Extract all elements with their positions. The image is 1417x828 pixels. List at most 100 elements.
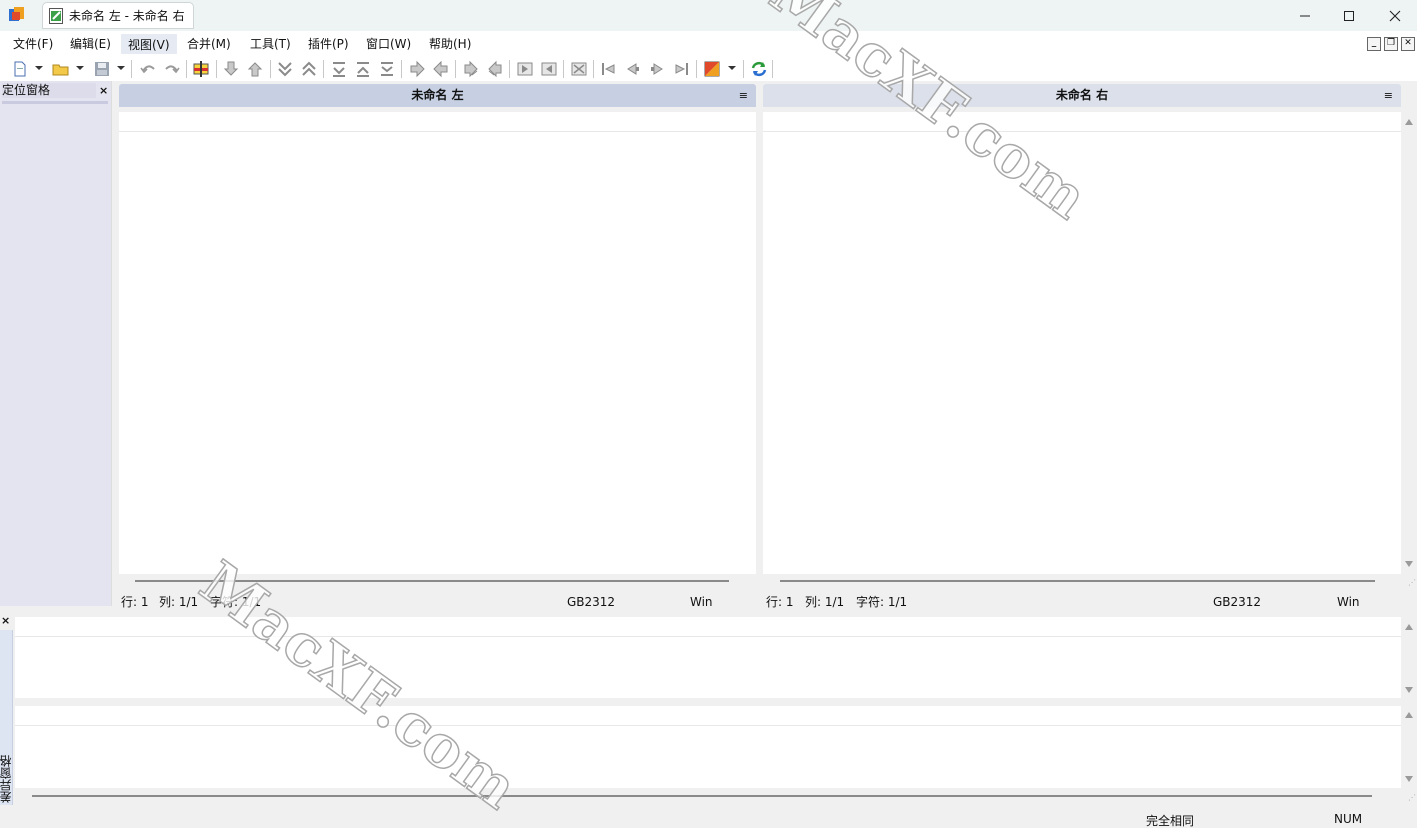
scroll-up-arrow[interactable] [1405,119,1413,125]
go-next-icon[interactable] [648,59,668,79]
right-pane-header[interactable]: 未命名 右 ≡ [763,84,1401,107]
redo-icon[interactable] [162,59,182,79]
copy-all-left-icon[interactable] [539,59,559,79]
right-status-eol: Win [1337,595,1360,609]
right-pane-title: 未命名 右 [1055,88,1109,102]
copy-right-icon[interactable] [407,59,427,79]
first-diff-icon[interactable] [275,59,295,79]
minimize-icon [1300,15,1310,16]
minimize-button[interactable] [1282,0,1328,31]
toolbar-separator [696,60,697,78]
right-horizontal-scrollbar[interactable] [763,574,1401,590]
right-pane-menu-icon[interactable]: ≡ [1384,84,1393,107]
last-diff-icon[interactable] [299,59,319,79]
go-first-icon[interactable] [598,59,618,79]
copy-left-icon[interactable] [431,59,451,79]
toolbar-separator [772,60,773,78]
undo-icon[interactable] [138,59,158,79]
diff-pane-close-button[interactable]: × [1,614,10,627]
document-tab[interactable]: 未命名 左 - 未命名 右 [42,2,194,29]
right-status-line: 行: 1 [766,595,794,609]
next-conflict-icon[interactable] [329,59,349,79]
copy-right-advance-icon[interactable] [461,59,481,79]
toolbar-separator [186,60,187,78]
left-pane-header[interactable]: 未命名 左 ≡ [119,84,756,107]
mdi-restore-button[interactable]: ❐ [1384,37,1398,51]
color-scheme-icon[interactable] [702,59,722,79]
scroll-down-arrow[interactable] [1405,561,1413,567]
compare-document-icon [49,7,63,24]
go-prev-icon[interactable] [622,59,642,79]
left-status-encoding: GB2312 [567,595,616,609]
close-icon [1389,10,1401,21]
right-status-encoding: GB2312 [1213,595,1262,609]
location-bar-strip [2,101,108,104]
title-bar: 未命名 左 - 未命名 右 [0,0,1417,31]
diff-lower-view[interactable] [15,706,1401,788]
left-status-line: 行: 1 [121,595,149,609]
new-dropdown-arrow[interactable] [35,66,43,70]
location-pane-close-button[interactable]: × [99,83,109,98]
open-dropdown-arrow[interactable] [76,66,84,70]
toolbar-separator [401,60,402,78]
all-diffs-icon[interactable] [377,59,397,79]
maximize-button[interactable] [1326,0,1372,31]
diff-upper-view[interactable] [15,617,1401,698]
maximize-icon [1344,10,1354,21]
save-dropdown-arrow[interactable] [117,66,125,70]
menu-plugins[interactable]: 插件(P) [302,34,355,54]
diff-horizontal-scrollbar[interactable] [15,789,1401,805]
toolbar-separator [593,60,594,78]
copy-all-right-icon[interactable] [515,59,535,79]
menu-tools[interactable]: 工具(T) [244,34,297,54]
copy-left-advance-icon[interactable] [485,59,505,79]
location-pane-title: 定位窗格 [2,83,96,98]
close-button[interactable] [1372,0,1417,31]
size-grip-icon[interactable]: ⋰ [1408,578,1416,587]
menu-file[interactable]: 文件(F) [7,34,59,54]
num-lock-indicator: NUM [1334,812,1363,826]
scroll-down-arrow[interactable] [1405,687,1413,693]
status-bar: 完全相同 NUM [0,811,1417,828]
color-scheme-dropdown-arrow[interactable] [728,66,736,70]
editor-vertical-scrollbar[interactable] [1401,112,1417,574]
new-document-icon[interactable] [10,59,30,79]
right-status-column: 列: 1/1 [805,595,845,609]
menu-help[interactable]: 帮助(H) [423,34,477,54]
prev-diff-up-icon[interactable] [245,59,265,79]
prev-conflict-icon[interactable] [353,59,373,79]
diff-lower-vertical-scrollbar[interactable] [1401,706,1417,788]
mdi-minimize-button[interactable]: _ [1367,37,1381,51]
menu-bar: 文件(F) 编辑(E) 视图(V) 合并(M) 工具(T) 插件(P) 窗口(W… [0,31,1417,56]
options-flag-icon[interactable] [191,59,211,79]
toolbar-separator [216,60,217,78]
menu-edit[interactable]: 编辑(E) [64,34,117,54]
diff-upper-vertical-scrollbar[interactable] [1401,617,1417,698]
next-diff-down-icon[interactable] [221,59,241,79]
open-folder-icon[interactable] [51,59,71,79]
menu-merge[interactable]: 合并(M) [181,34,237,54]
scroll-up-arrow[interactable] [1405,712,1413,718]
left-pane-title: 未命名 左 [411,88,464,102]
toolbar-separator [270,60,271,78]
scroll-up-arrow[interactable] [1405,624,1413,630]
go-last-icon[interactable] [672,59,692,79]
left-editor[interactable] [119,112,756,574]
menu-window[interactable]: 窗口(W) [360,34,417,54]
mdi-close-button[interactable]: ✕ [1401,37,1415,51]
toolbar-separator [455,60,456,78]
right-scroll-thumb[interactable] [780,580,1375,582]
save-icon[interactable] [92,59,112,79]
scroll-down-arrow[interactable] [1405,776,1413,782]
location-pane: 定位窗格 × [0,81,112,606]
right-status-char: 字符: 1/1 [856,595,908,609]
app-icon[interactable] [8,6,26,24]
right-pane-status: 行: 1 列: 1/1 字符: 1/1 GB2312 Win [763,592,1401,612]
left-pane-menu-icon[interactable]: ≡ [739,84,748,107]
size-grip-icon[interactable]: ⋰ [1408,793,1416,802]
toolbar-separator [323,60,324,78]
diff-scroll-thumb[interactable] [32,795,1372,797]
menu-view[interactable]: 视图(V) [121,34,177,54]
merge-icon[interactable] [569,59,589,79]
refresh-icon[interactable] [749,59,769,79]
